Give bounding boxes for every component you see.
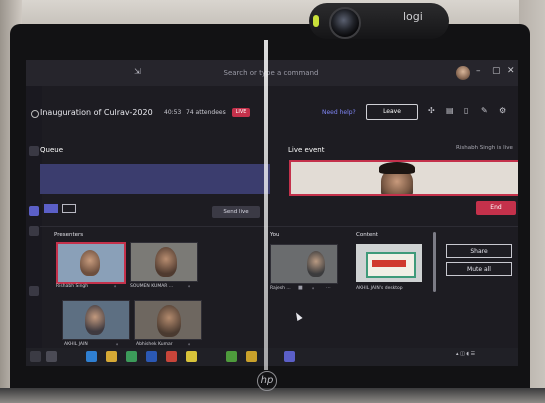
- teams-live-event-screen: ⇲ Search or type a command – ▢ ✕ Inaugur…: [26, 60, 518, 366]
- webcam-led: [313, 15, 319, 27]
- queue-preview[interactable]: [40, 164, 270, 194]
- presenter-tile[interactable]: [134, 300, 202, 340]
- new-window-icon[interactable]: ⇲: [134, 67, 141, 76]
- mic-icon[interactable]: ᵩ: [312, 285, 314, 291]
- live-event-label: Live event: [288, 146, 325, 154]
- presenter-face: [155, 247, 177, 277]
- presenter-tile[interactable]: [130, 242, 198, 282]
- people-icon[interactable]: ✣: [428, 107, 436, 115]
- presenters-label: Presenters: [54, 232, 84, 238]
- chrome-icon[interactable]: [186, 351, 197, 362]
- webcam-brand: logi: [403, 10, 423, 23]
- excel-icon[interactable]: [126, 351, 137, 362]
- presenter-name: Abhishek Kumar: [136, 342, 173, 347]
- self-name: Rajesh ...: [270, 286, 291, 291]
- edge-icon[interactable]: [86, 351, 97, 362]
- presenter-name: AKHIL JAIN: [64, 342, 88, 347]
- share-button[interactable]: Share: [446, 244, 512, 258]
- queue-label: Queue: [40, 146, 63, 154]
- app-icon-2[interactable]: [246, 351, 257, 362]
- shared-slide-banner: [372, 260, 406, 267]
- rail-activity-icon[interactable]: [29, 146, 39, 156]
- content-source: AKHIL JAIN's desktop: [356, 286, 403, 291]
- minimize-icon[interactable]: –: [476, 66, 481, 76]
- meeting-title: Inauguration of Culrav-2020: [40, 108, 153, 117]
- leave-button[interactable]: Leave: [366, 104, 418, 120]
- settings-icon[interactable]: ⚙: [499, 107, 507, 115]
- you-label: You: [270, 232, 280, 238]
- attendee-count[interactable]: 74 attendees: [186, 109, 226, 116]
- taskview-icon[interactable]: [46, 351, 57, 362]
- rail-teams-icon[interactable]: [29, 206, 39, 216]
- mute-all-button[interactable]: Mute all: [446, 262, 512, 276]
- end-button[interactable]: End: [476, 201, 516, 215]
- folder-icon[interactable]: [106, 351, 117, 362]
- qna-icon[interactable]: ✎: [481, 107, 489, 115]
- content-label: Content: [356, 232, 378, 238]
- info-icon[interactable]: [31, 110, 39, 118]
- close-icon[interactable]: ✕: [507, 66, 515, 76]
- app-rail: [26, 86, 42, 348]
- windows-taskbar: ▴ ◫ ◖ ☰: [26, 348, 518, 366]
- presenter-tile[interactable]: [56, 242, 126, 284]
- start-icon[interactable]: [30, 351, 41, 362]
- presenter-name: Rishabh Singh: [56, 284, 89, 289]
- content-tile[interactable]: [356, 244, 422, 282]
- help-link[interactable]: Need help?: [322, 109, 356, 116]
- screen-glare-line: [264, 40, 268, 370]
- self-face: [307, 251, 325, 277]
- notes-icon[interactable]: ▯: [464, 107, 472, 115]
- rail-files-icon[interactable]: [29, 286, 39, 296]
- presenter-face: [80, 250, 100, 276]
- laptop-keyboard-edge: [0, 388, 545, 403]
- camera-icon[interactable]: ■: [298, 285, 303, 291]
- teams-taskbar-icon[interactable]: [284, 351, 295, 362]
- scrollbar[interactable]: [433, 232, 436, 292]
- meeting-timer: 40:53: [164, 109, 182, 116]
- mic-icon[interactable]: ᵩ: [188, 283, 190, 289]
- presenter-face: [157, 305, 181, 337]
- mic-icon[interactable]: ᵩ: [116, 341, 118, 347]
- live-status-text: Rishabh Singh is live: [456, 145, 513, 151]
- chat-icon[interactable]: ▤: [446, 107, 454, 115]
- app-icon[interactable]: [226, 351, 237, 362]
- mic-icon[interactable]: ᵩ: [188, 341, 190, 347]
- system-tray[interactable]: ▴ ◫ ◖ ☰: [456, 352, 475, 357]
- section-divider: [40, 226, 518, 227]
- webcam-lens: [329, 7, 361, 39]
- presenter-face: [85, 305, 105, 335]
- mic-icon[interactable]: ᵩ: [114, 283, 116, 289]
- layout-side-by-side-icon[interactable]: [62, 204, 76, 213]
- word-icon[interactable]: [146, 351, 157, 362]
- powerpoint-icon[interactable]: [166, 351, 177, 362]
- title-bar: ⇲ Search or type a command – ▢ ✕: [26, 60, 518, 86]
- presenter-tile[interactable]: [62, 300, 130, 340]
- photo-of-laptop: hp logi ⇲ Search or type a command – ▢ ✕…: [0, 0, 545, 403]
- user-avatar[interactable]: [456, 66, 470, 80]
- live-presenter-hair: [379, 162, 415, 174]
- rail-calendar-icon[interactable]: [29, 226, 39, 236]
- self-video-tile[interactable]: [270, 244, 338, 284]
- maximize-icon[interactable]: ▢: [492, 66, 501, 76]
- search-input[interactable]: Search or type a command: [166, 66, 376, 80]
- mouse-cursor: [293, 311, 303, 321]
- layout-single-icon[interactable]: [44, 204, 58, 213]
- live-badge: LIVE: [232, 108, 250, 117]
- more-icon[interactable]: ⋯: [326, 285, 331, 291]
- laptop-logo: hp: [257, 371, 277, 391]
- presenter-name: SOUMEN KUMAR ...: [130, 284, 174, 289]
- webcam: logi: [309, 3, 449, 39]
- send-live-button[interactable]: Send live: [212, 206, 260, 218]
- live-event-preview: [289, 160, 518, 196]
